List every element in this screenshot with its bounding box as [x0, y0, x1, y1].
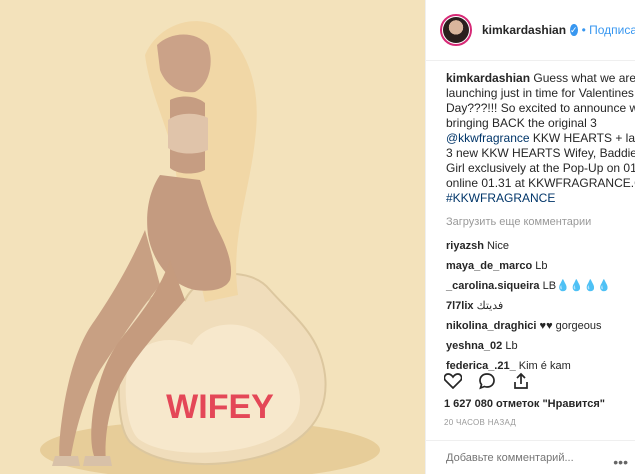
- post-photo[interactable]: WIFEY: [0, 0, 425, 474]
- follow-button[interactable]: • Подписат: [582, 23, 635, 37]
- post-caption: kimkardashian Guess what we are launchin…: [446, 71, 635, 205]
- comment-item: maya_de_marco Lb: [446, 260, 548, 272]
- mention-link[interactable]: @kkwfragrance: [446, 131, 530, 145]
- wifey-box-text: WIFEY: [166, 388, 274, 426]
- likes-count[interactable]: 1 627 080 отметок "Нравится": [444, 398, 605, 410]
- heart-icon[interactable]: [442, 370, 464, 392]
- avatar[interactable]: [440, 14, 472, 46]
- caption-username[interactable]: kimkardashian: [446, 71, 530, 85]
- comment-item: _carolina.siqueira LB💧💧💧💧: [446, 280, 611, 292]
- verified-check-icon: ✓: [570, 24, 578, 36]
- comment-item: yeshna_02 Lb: [446, 340, 518, 352]
- comments-list: riyazsh Nice maya_de_marco Lb _carolina.…: [426, 236, 635, 376]
- post-actions: [442, 370, 532, 392]
- post-time[interactable]: 20 ЧАСОВ НАЗАД: [444, 418, 516, 427]
- hashtag-link[interactable]: #KKWFRAGRANCE: [446, 191, 555, 205]
- comment-item: 7l7lix فديتك: [446, 300, 504, 312]
- more-icon[interactable]: •••: [613, 454, 628, 470]
- comment-icon[interactable]: [476, 370, 498, 392]
- add-comment-bar: •••: [426, 440, 635, 474]
- instagram-post: WIFEY kimkardashian ✓ • Подписат kimkard…: [0, 0, 635, 474]
- post-header: kimkardashian ✓ • Подписат: [426, 0, 635, 61]
- comment-item: nikolina_draghici ♥♥ gorgeous: [446, 320, 602, 332]
- share-icon[interactable]: [510, 370, 532, 392]
- post-username[interactable]: kimkardashian: [482, 23, 566, 37]
- post-image: WIFEY: [0, 0, 425, 474]
- add-comment-input[interactable]: [444, 451, 598, 465]
- comment-item: riyazsh Nice: [446, 240, 509, 252]
- load-more-comments[interactable]: Загрузить еще комментарии: [446, 216, 635, 228]
- post-sidebar: kimkardashian ✓ • Подписат kimkardashian…: [425, 0, 635, 474]
